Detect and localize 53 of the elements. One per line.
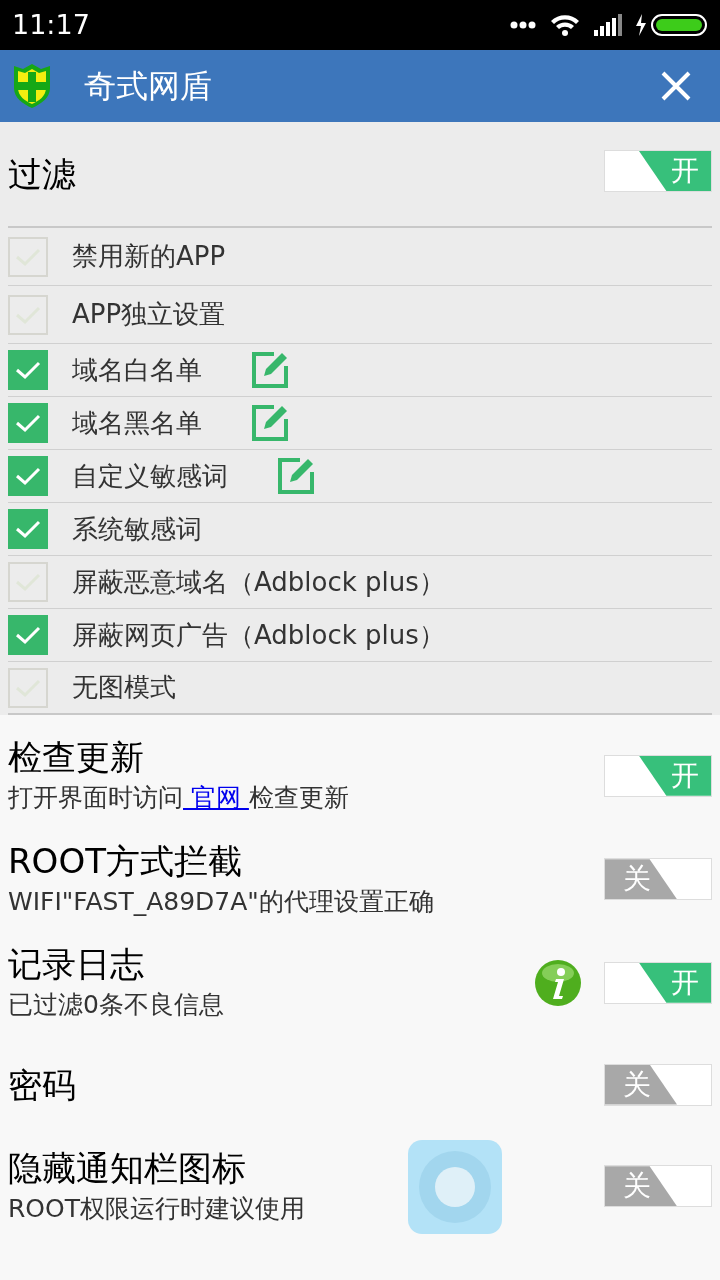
checkbox[interactable]	[8, 562, 48, 602]
edit-icon[interactable]	[250, 350, 290, 390]
edit-icon[interactable]	[276, 456, 316, 496]
setting-description: 已过滤0条不良信息	[8, 989, 224, 1021]
section-title: 过滤	[8, 152, 76, 196]
app-title: 奇式网盾	[84, 66, 212, 107]
toggle-switch[interactable]: 关	[604, 858, 712, 901]
setting-description: WIFI"FAST_A89D7A"的代理设置正确	[8, 885, 434, 918]
check-icon	[15, 413, 41, 433]
option-label: 禁用新的APP	[72, 240, 226, 273]
setting-description: 打开界面时访问 官网 检查更新	[8, 782, 349, 814]
setting-title: 检查更新	[8, 736, 145, 779]
more-icon	[510, 21, 536, 29]
option-label: 无图模式	[72, 671, 176, 704]
toggle-switch[interactable]: 开	[604, 961, 712, 1004]
setting-description: ROOT权限运行时建议使用	[8, 1192, 305, 1225]
info-icon[interactable]	[534, 958, 582, 1007]
signal-icon	[594, 14, 622, 36]
option-label: 系统敏感词	[72, 512, 202, 546]
toggle-switch[interactable]: 开	[604, 754, 712, 797]
checkbox[interactable]	[8, 667, 48, 708]
status-time: 11:17	[12, 7, 90, 42]
wifi-icon	[550, 13, 580, 37]
check-icon	[15, 360, 41, 380]
setting-title: ROOT方式拦截	[8, 839, 243, 883]
checkbox[interactable]	[8, 403, 48, 443]
shield-icon	[12, 63, 52, 109]
charging-battery-icon	[636, 13, 708, 37]
checkbox[interactable]	[8, 294, 48, 335]
website-link[interactable]: 官网	[183, 783, 249, 812]
close-icon	[660, 70, 692, 102]
option-label: 屏蔽网页广告（Adblock plus）	[72, 618, 445, 652]
checkbox[interactable]	[8, 509, 48, 549]
check-icon	[15, 519, 41, 539]
setting-title: 隐藏通知栏图标	[8, 1146, 247, 1190]
checkbox[interactable]	[8, 236, 48, 277]
check-icon	[15, 466, 41, 486]
checkbox[interactable]	[8, 456, 48, 496]
option-label: 域名黑名单	[72, 406, 202, 440]
option-label: APP独立设置	[72, 298, 226, 331]
toggle-switch[interactable]: 开	[604, 150, 712, 192]
setting-title: 记录日志	[8, 943, 145, 986]
checkbox[interactable]	[8, 615, 48, 655]
option-label: 屏蔽恶意域名（Adblock plus）	[72, 565, 445, 599]
edit-icon[interactable]	[250, 403, 290, 443]
toggle-switch[interactable]: 关	[604, 1165, 712, 1208]
checkbox[interactable]	[8, 350, 48, 390]
option-label: 域名白名单	[72, 353, 202, 387]
setting-title: 密码	[8, 1063, 76, 1107]
check-icon	[15, 625, 41, 645]
toggle-switch[interactable]: 关	[604, 1063, 712, 1106]
floating-assist-button[interactable]	[408, 1140, 502, 1234]
option-label: 自定义敏感词	[72, 459, 228, 493]
